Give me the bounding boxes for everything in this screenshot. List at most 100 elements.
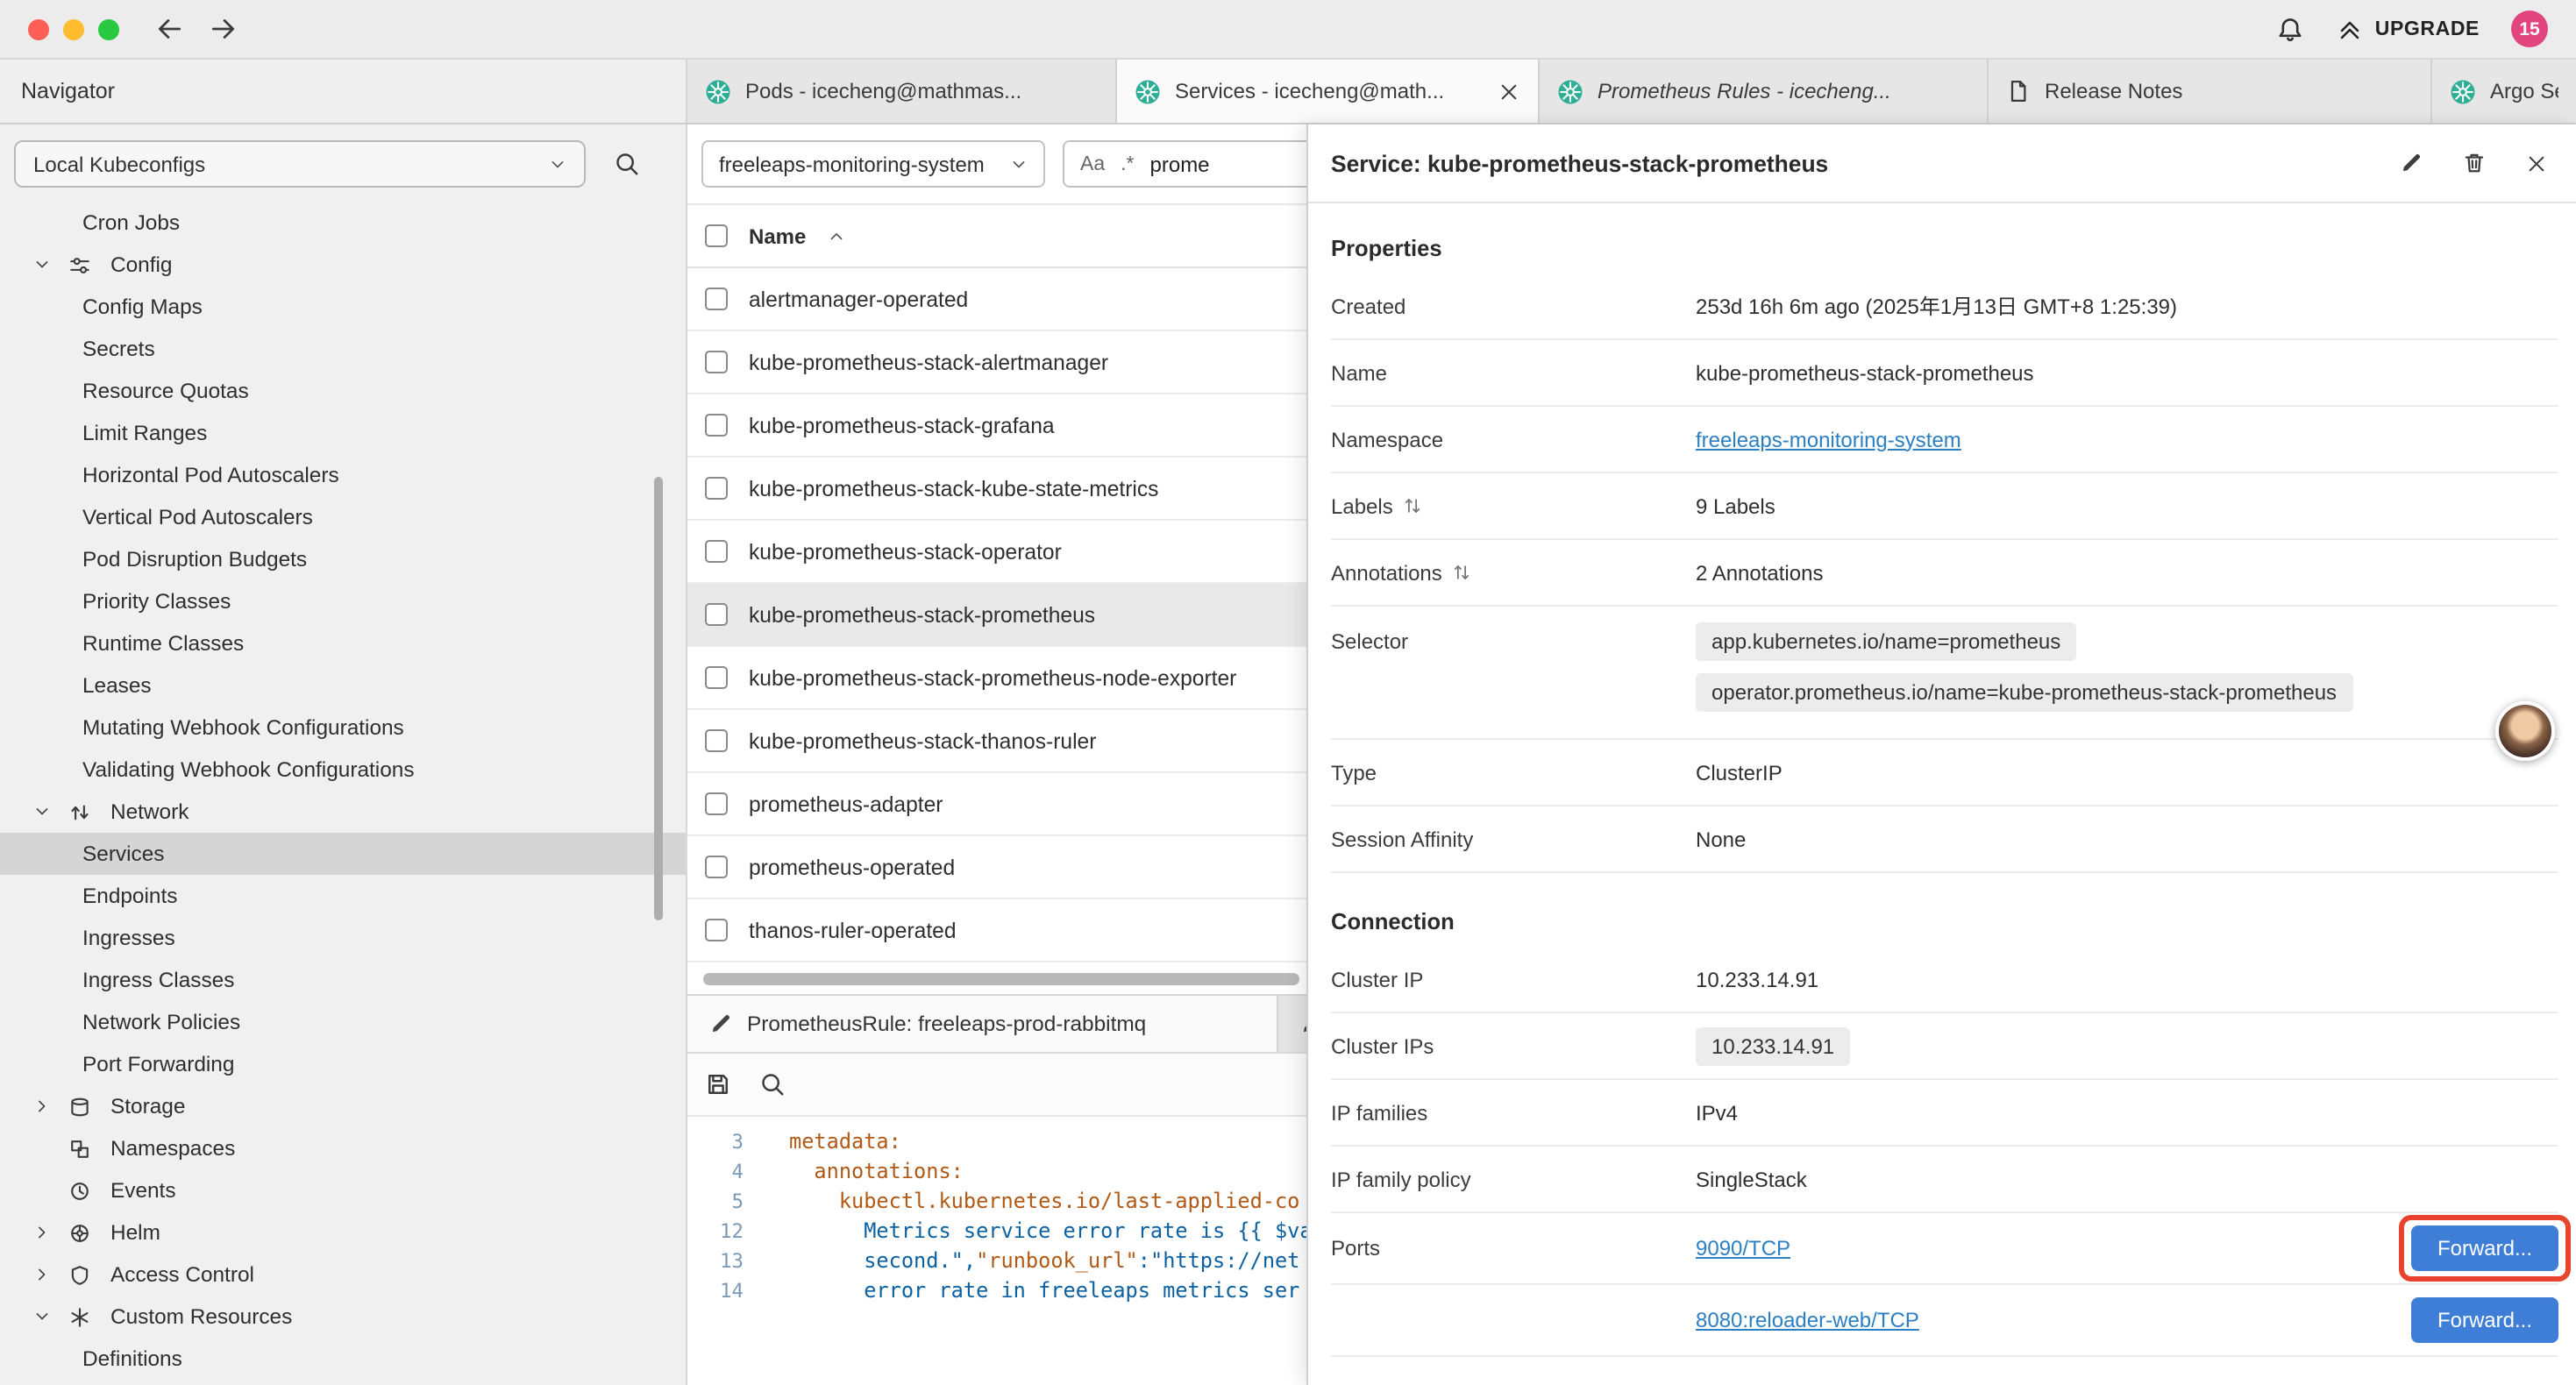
forward-icon[interactable] [209, 14, 238, 44]
detail-label: Selector [1331, 629, 1696, 654]
tab-pods-icecheng-mathmas[interactable]: Pods - icecheng@mathmas... [687, 60, 1117, 123]
sidebar-item-access-control[interactable]: Access Control [0, 1254, 686, 1296]
sidebar-item-ingress-classes[interactable]: Ingress Classes [0, 959, 686, 1001]
horizontal-scrollbar-thumb[interactable] [703, 973, 1299, 985]
sort-toggle-icon[interactable] [1404, 496, 1423, 515]
chevron-collapsed-icon[interactable] [33, 1224, 58, 1241]
notifications-bell-icon[interactable] [2277, 15, 2305, 43]
tab-argo-se[interactable]: Argo Se [2432, 60, 2576, 123]
notification-count-badge[interactable]: 15 [2511, 11, 2548, 47]
namespace-filter-select[interactable]: freeleaps-monitoring-system [701, 140, 1045, 188]
row-checkbox[interactable] [705, 603, 728, 626]
detail-label: Labels [1331, 494, 1696, 518]
sidebar-item-ingresses[interactable]: Ingresses [0, 917, 686, 959]
chevron-expanded-icon[interactable] [33, 803, 58, 820]
sidebar-item-endpoints[interactable]: Endpoints [0, 875, 686, 917]
navigator-header: Navigator [0, 60, 687, 123]
sidebar-item-storage[interactable]: Storage [0, 1085, 686, 1127]
sidebar-item-config[interactable]: Config [0, 244, 686, 286]
port-link[interactable]: 9090/TCP [1696, 1236, 1790, 1261]
details-body: PropertiesCreated253d 16h 6m ago (2025年1… [1308, 203, 2576, 1385]
delete-icon[interactable] [2462, 151, 2487, 175]
sidebar-item-label: Ingresses [82, 926, 175, 950]
document-icon [2006, 79, 2031, 103]
match-case-toggle[interactable]: Aa [1080, 153, 1105, 174]
regex-toggle[interactable]: .* [1121, 153, 1134, 174]
upgrade-button[interactable]: UPGRADE [2337, 15, 2480, 43]
sort-ascending-icon[interactable] [827, 227, 844, 245]
save-icon[interactable] [705, 1071, 731, 1097]
row-checkbox[interactable] [705, 477, 728, 500]
window-controls [28, 18, 119, 39]
navigator-title: Navigator [21, 79, 115, 103]
details-header-actions [2399, 151, 2548, 175]
sidebar-item-pod-disruption-budgets[interactable]: Pod Disruption Budgets [0, 538, 686, 580]
forward-button[interactable]: Forward... [2411, 1225, 2558, 1271]
sidebar-item-cron-jobs[interactable]: Cron Jobs [0, 202, 686, 244]
edit-icon[interactable] [2399, 151, 2423, 175]
row-checkbox[interactable] [705, 792, 728, 815]
sort-toggle-icon[interactable] [1453, 563, 1472, 582]
close-window-button[interactable] [28, 18, 49, 39]
chevron-expanded-icon[interactable] [33, 1308, 58, 1325]
row-checkbox[interactable] [705, 919, 728, 941]
chevron-expanded-icon[interactable] [33, 256, 58, 273]
sidebar-item-leases[interactable]: Leases [0, 664, 686, 707]
detail-row-ip-families: IP familiesIPv4 [1331, 1080, 2558, 1147]
dock-tab-prometheusrule-freeleaps-prod-rabbitmq[interactable]: PrometheusRule: freeleaps-prod-rabbitmq [687, 996, 1278, 1052]
chevron-collapsed-icon[interactable] [33, 1097, 58, 1115]
detail-label: Ports [1331, 1236, 1696, 1261]
freeleaps-monitoring-system-link[interactable]: freeleaps-monitoring-system [1696, 427, 1961, 451]
sidebar-item-vertical-pod-autoscalers[interactable]: Vertical Pod Autoscalers [0, 496, 686, 538]
chevron-collapsed-icon[interactable] [33, 1266, 58, 1283]
row-checkbox[interactable] [705, 414, 728, 437]
sidebar-scrollbar[interactable] [654, 477, 663, 920]
sidebar-item-events[interactable]: Events [0, 1169, 686, 1211]
row-checkbox[interactable] [705, 729, 728, 752]
zoom-window-button[interactable] [98, 18, 119, 39]
forward-button[interactable]: Forward... [2411, 1297, 2558, 1343]
kubernetes-icon [2450, 78, 2476, 104]
close-tab-icon[interactable] [1498, 80, 1520, 103]
sidebar-item-runtime-classes[interactable]: Runtime Classes [0, 622, 686, 664]
sidebar-item-network[interactable]: Network [0, 791, 686, 833]
port-link[interactable]: 8080:reloader-web/TCP [1696, 1308, 1919, 1332]
row-checkbox[interactable] [705, 666, 728, 689]
sidebar-item-namespaces[interactable]: Namespaces [0, 1127, 686, 1169]
row-checkbox[interactable] [705, 540, 728, 563]
row-checkbox[interactable] [705, 288, 728, 310]
row-checkbox[interactable] [705, 351, 728, 373]
editor-search-icon[interactable] [759, 1071, 786, 1097]
sidebar-item-resource-quotas[interactable]: Resource Quotas [0, 370, 686, 412]
close-icon[interactable] [2525, 151, 2548, 175]
kubeconfig-selector[interactable]: Local Kubeconfigs [14, 140, 586, 188]
sidebar-item-label: Custom Resources [110, 1304, 292, 1329]
tab-services-icecheng-math[interactable]: Services - icecheng@math... [1117, 60, 1540, 123]
minimize-window-button[interactable] [63, 18, 84, 39]
row-checkbox[interactable] [705, 856, 728, 878]
sidebar-item-horizontal-pod-autoscalers[interactable]: Horizontal Pod Autoscalers [0, 454, 686, 496]
detail-label: Session Affinity [1331, 827, 1696, 851]
tab-release-notes[interactable]: Release Notes [1989, 60, 2432, 123]
sidebar-item-limit-ranges[interactable]: Limit Ranges [0, 412, 686, 454]
select-all-checkbox[interactable] [705, 224, 728, 247]
sidebar-item-secrets[interactable]: Secrets [0, 328, 686, 370]
details-panel: Service: kube-prometheus-stack-prometheu… [1306, 124, 2576, 1385]
sidebar-item-custom-resources[interactable]: Custom Resources [0, 1296, 686, 1338]
sidebar-item-network-policies[interactable]: Network Policies [0, 1001, 686, 1043]
sidebar-item-port-forwarding[interactable]: Port Forwarding [0, 1043, 686, 1085]
sidebar-item-services[interactable]: Services [0, 833, 686, 875]
assistant-avatar[interactable] [2495, 701, 2555, 761]
name-column-header[interactable]: Name [749, 224, 806, 248]
tab-prometheus-rules-icecheng[interactable]: Prometheus Rules - icecheng... [1540, 60, 1989, 123]
sidebar-item-helm[interactable]: Helm [0, 1211, 686, 1254]
sidebar-item-label: Config [110, 252, 172, 277]
sidebar-search-icon[interactable] [614, 151, 640, 177]
back-icon[interactable] [154, 14, 184, 44]
sidebar-item-priority-classes[interactable]: Priority Classes [0, 580, 686, 622]
sidebar-item-mutating-webhook-configurations[interactable]: Mutating Webhook Configurations [0, 707, 686, 749]
sidebar-item-config-maps[interactable]: Config Maps [0, 286, 686, 328]
tab-strip: Pods - icecheng@mathmas...Services - ice… [687, 60, 2576, 123]
sidebar-item-validating-webhook-configurations[interactable]: Validating Webhook Configurations [0, 749, 686, 791]
sidebar-item-definitions[interactable]: Definitions [0, 1338, 686, 1380]
